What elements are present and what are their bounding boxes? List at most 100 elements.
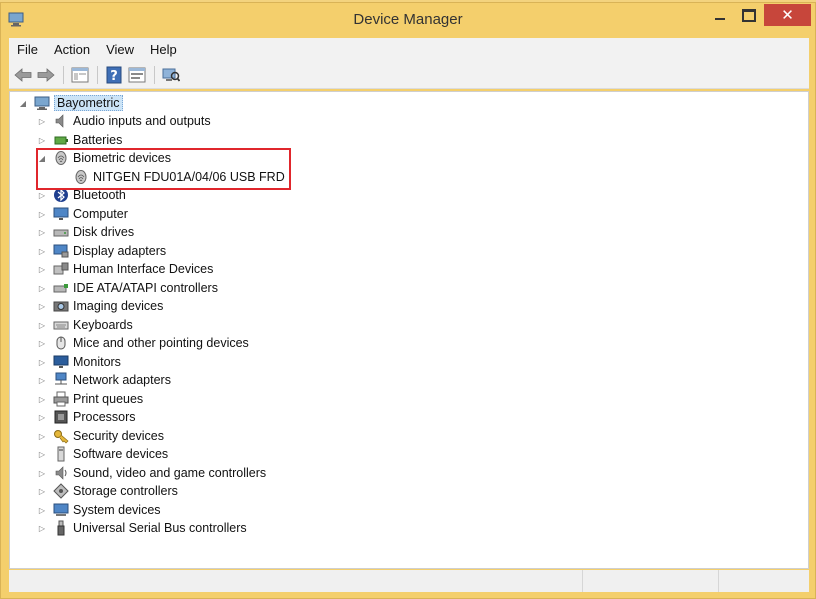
status-cell-secondary xyxy=(583,570,719,592)
tree-item-security[interactable]: ▷ Security devices xyxy=(37,427,164,445)
tree-item-disk-drives[interactable]: ▷ Disk drives xyxy=(37,223,134,241)
scan-hardware-button[interactable] xyxy=(160,64,182,86)
forward-arrow-icon xyxy=(37,67,55,82)
minimize-button[interactable] xyxy=(706,4,734,26)
expand-arrow-icon[interactable]: ▷ xyxy=(37,431,47,441)
tree-item-imaging[interactable]: ▷ Imaging devices xyxy=(37,297,163,315)
expand-arrow-icon[interactable]: ▷ xyxy=(37,246,47,256)
tree-item-label: Display adapters xyxy=(73,244,167,258)
toolbar-separator xyxy=(63,65,64,84)
status-cell-main xyxy=(9,570,583,592)
toolbar-separator xyxy=(154,65,155,84)
show-hide-tree-button[interactable] xyxy=(69,64,91,86)
menu-help[interactable]: Help xyxy=(142,42,185,57)
display-adapter-icon xyxy=(53,243,69,259)
menu-action[interactable]: Action xyxy=(46,42,98,57)
expand-arrow-icon[interactable]: ▷ xyxy=(37,357,47,367)
tree-item-monitors[interactable]: ▷ Monitors xyxy=(37,353,121,371)
expand-arrow-icon[interactable]: ▷ xyxy=(37,468,47,478)
status-bar xyxy=(9,570,809,592)
collapse-arrow-icon[interactable]: ◢ xyxy=(18,98,28,108)
tree-item-label: Storage controllers xyxy=(73,484,178,498)
expand-arrow-icon[interactable]: ▷ xyxy=(37,375,47,385)
expand-arrow-icon[interactable]: ▷ xyxy=(37,412,47,422)
tree-item-label: Imaging devices xyxy=(73,299,164,313)
tree-item-network[interactable]: ▷ Network adapters xyxy=(37,371,171,389)
mouse-icon xyxy=(53,335,69,351)
expand-arrow-icon[interactable]: ▷ xyxy=(37,486,47,496)
expand-arrow-icon[interactable]: ▷ xyxy=(37,338,47,348)
tree-item-sound-video[interactable]: ▷ Sound, video and game controllers xyxy=(37,464,266,482)
network-icon xyxy=(53,372,69,388)
software-device-icon xyxy=(53,446,69,462)
tree-item-label: Audio inputs and outputs xyxy=(73,114,211,128)
window-title: Device Manager xyxy=(353,11,463,28)
expand-arrow-icon[interactable]: ▷ xyxy=(37,505,47,515)
toolbar: ? xyxy=(9,61,809,89)
tree-item-software-devices[interactable]: ▷ Software devices xyxy=(37,445,168,463)
tree-item-system-devices[interactable]: ▷ System devices xyxy=(37,501,161,519)
tree-item-print-queues[interactable]: ▷ Print queues xyxy=(37,390,143,408)
expand-arrow-icon[interactable]: ▷ xyxy=(37,449,47,459)
tree-item-processors[interactable]: ▷ Processors xyxy=(37,408,136,426)
back-button[interactable] xyxy=(12,64,34,86)
expand-arrow-icon[interactable]: ▷ xyxy=(37,264,47,274)
show-hide-tree-icon xyxy=(71,67,89,82)
title-bar[interactable]: Device Manager ✕ xyxy=(1,3,815,36)
close-button[interactable]: ✕ xyxy=(764,4,811,26)
camera-icon xyxy=(53,298,69,314)
maximize-icon xyxy=(742,8,756,22)
tree-item-label: Universal Serial Bus controllers xyxy=(73,521,247,535)
properties-button[interactable] xyxy=(126,64,148,86)
expand-arrow-icon[interactable]: ▷ xyxy=(37,320,47,330)
tree-item-keyboards[interactable]: ▷ Keyboards xyxy=(37,316,133,334)
tree-item-label: Computer xyxy=(73,207,128,221)
menu-view[interactable]: View xyxy=(98,42,142,57)
storage-icon xyxy=(53,483,69,499)
status-cell-tertiary xyxy=(719,570,809,592)
properties-icon xyxy=(128,67,146,82)
forward-button[interactable] xyxy=(35,64,57,86)
tree-item-label: Batteries xyxy=(73,133,123,147)
tree-item-storage[interactable]: ▷ Storage controllers xyxy=(37,482,178,500)
maximize-button[interactable] xyxy=(735,4,763,26)
tree-item-batteries[interactable]: ▷ Batteries xyxy=(37,131,122,149)
minimize-icon xyxy=(715,18,725,20)
system-icon xyxy=(53,502,69,518)
help-icon: ? xyxy=(106,66,122,84)
close-icon: ✕ xyxy=(781,7,794,24)
tree-item-label: IDE ATA/ATAPI controllers xyxy=(73,281,218,295)
tree-root-label: Bayometric xyxy=(54,95,123,111)
menu-file[interactable]: File xyxy=(9,42,46,57)
tree-item-mice[interactable]: ▷ Mice and other pointing devices xyxy=(37,334,249,352)
expand-arrow-icon[interactable]: ▷ xyxy=(37,301,47,311)
expand-arrow-icon[interactable]: ▷ xyxy=(37,283,47,293)
tree-item-ide[interactable]: ▷ IDE ATA/ATAPI controllers xyxy=(37,279,218,297)
device-tree[interactable]: ◢ Bayometric ▷ Audio inputs and outputs … xyxy=(9,91,809,569)
expand-arrow-icon[interactable]: ▷ xyxy=(37,190,47,200)
tree-item-label: Print queues xyxy=(73,392,144,406)
tree-item-label: Network adapters xyxy=(73,373,171,387)
expand-arrow-icon[interactable]: ▷ xyxy=(37,394,47,404)
expand-arrow-icon[interactable]: ▷ xyxy=(37,135,47,145)
tree-item-display-adapters[interactable]: ▷ Display adapters xyxy=(37,242,166,260)
tree-item-hid[interactable]: ▷ Human Interface Devices xyxy=(37,260,213,278)
tree-item-usb[interactable]: ▷ Universal Serial Bus controllers xyxy=(37,519,247,537)
keyboard-icon xyxy=(53,317,69,333)
tree-root[interactable]: ◢ Bayometric xyxy=(18,94,123,112)
help-button[interactable]: ? xyxy=(103,64,125,86)
expand-arrow-icon[interactable]: ▷ xyxy=(37,227,47,237)
expand-arrow-icon[interactable]: ▷ xyxy=(37,116,47,126)
monitor-icon xyxy=(53,354,69,370)
speaker-icon xyxy=(53,465,69,481)
menu-bar: File Action View Help xyxy=(9,38,809,61)
tree-item-label: Sound, video and game controllers xyxy=(73,466,267,480)
tree-item-label: Human Interface Devices xyxy=(73,262,214,276)
processor-icon xyxy=(53,409,69,425)
tree-item-audio[interactable]: ▷ Audio inputs and outputs xyxy=(37,112,211,130)
expand-arrow-icon[interactable]: ▷ xyxy=(37,209,47,219)
speaker-icon xyxy=(53,113,69,129)
tree-item-computer[interactable]: ▷ Computer xyxy=(37,205,128,223)
expand-arrow-icon[interactable]: ▷ xyxy=(37,523,47,533)
toolbar-separator xyxy=(97,65,98,84)
